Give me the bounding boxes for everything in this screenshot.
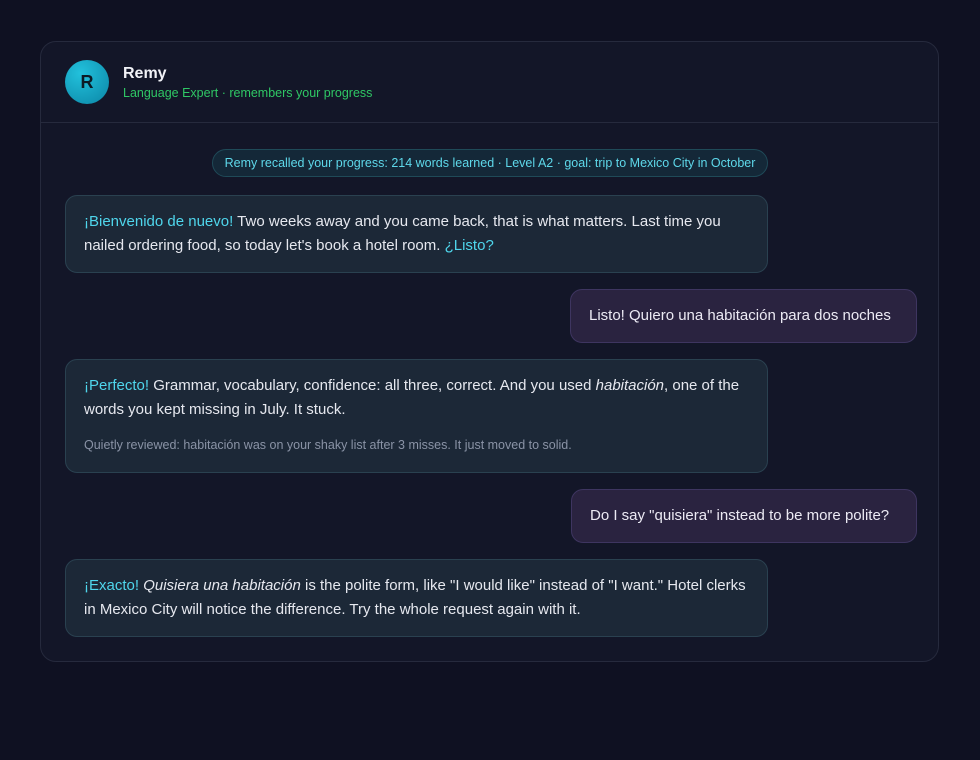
message-text: Grammar, vocabulary, confidence: all thr… (149, 377, 596, 394)
message-text: Do I say "quisiera" instead to be more p… (590, 507, 890, 524)
chat-panel: R Remy Language Expert · remembers your … (40, 41, 939, 662)
message-greeting: ¡Perfecto! (84, 377, 150, 394)
assistant-message: ¡Exacto! Quisiera una habitación is the … (65, 559, 768, 637)
user-message: Listo! Quiero una habitación para dos no… (570, 289, 917, 343)
assistant-name: Remy (123, 65, 167, 82)
assistant-message: ¡Bienvenido de nuevo! Two weeks away and… (65, 195, 768, 273)
message-greeting: ¡Exacto! (84, 577, 140, 594)
message-question: ¿Listo? (444, 237, 494, 254)
user-message: Do I say "quisiera" instead to be more p… (571, 489, 917, 543)
assistant-message: ¡Perfecto! Grammar, vocabulary, confiden… (65, 359, 768, 473)
review-note: Quietly reviewed: habitación was on your… (84, 438, 572, 452)
memory-recall-badge: Remy recalled your progress: 214 words l… (212, 149, 768, 177)
message-text: Listo! Quiero una habitación para dos no… (589, 307, 891, 324)
avatar: R (65, 60, 109, 104)
chat-header: R Remy Language Expert · remembers your … (41, 42, 938, 123)
message-emphasis: habitación (595, 377, 665, 394)
message-greeting: ¡Bienvenido de nuevo! (84, 213, 234, 230)
message-emphasis: Quisiera una habitación (143, 577, 301, 594)
assistant-subtitle: Language Expert · remembers your progres… (123, 86, 373, 100)
